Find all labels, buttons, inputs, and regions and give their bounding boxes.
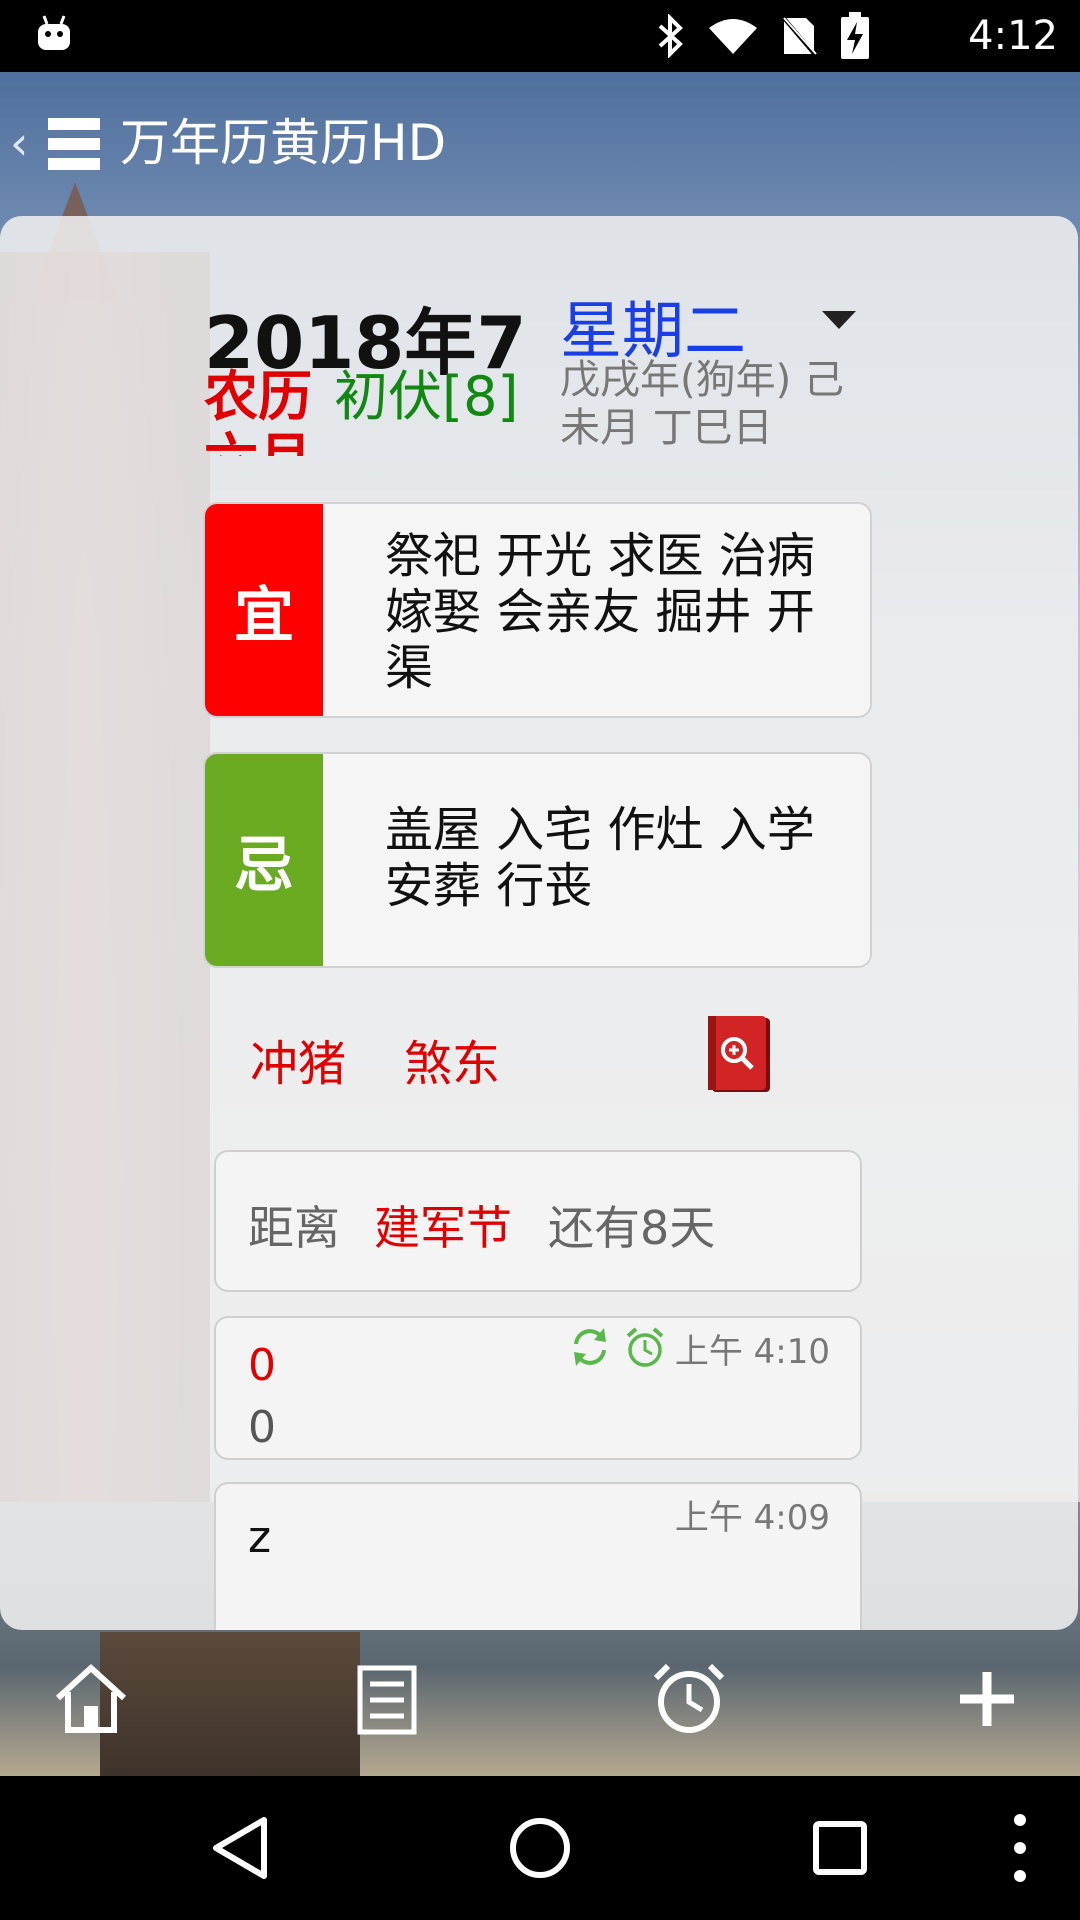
android-debug-icon: [38, 15, 70, 50]
note-body: 0: [248, 1402, 276, 1453]
overflow-menu-icon[interactable]: [980, 1808, 1060, 1888]
app-title: 万年历黄历HD: [120, 114, 447, 172]
lunar-date-label: 农历六月: [204, 366, 312, 456]
recents-icon[interactable]: [800, 1808, 880, 1888]
back-chevron-icon[interactable]: ‹: [10, 116, 28, 170]
status-bar: 4:12: [0, 0, 1080, 72]
sha-label: 煞东: [404, 1036, 501, 1092]
festival-prefix: 距离: [248, 1201, 340, 1255]
ganzhi-date: 戊戌年(狗年) 己未月 丁巳日: [560, 357, 844, 451]
note-item[interactable]: 上午 4:09 z: [214, 1482, 862, 1630]
note-time: 上午 4:09: [674, 1498, 830, 1538]
note-title: z: [248, 1512, 272, 1563]
app-header: ‹ 万年历黄历HD: [0, 72, 1080, 216]
ji-tag: 忌: [205, 754, 323, 966]
ji-activities: 盖屋 入宅 作灶 入学 安葬 行丧: [385, 802, 815, 914]
festival-name: 建军节: [374, 1201, 512, 1255]
solar-term-label: 初伏[8]: [334, 365, 519, 428]
bluetooth-icon: [658, 14, 683, 58]
add-icon[interactable]: [946, 1658, 1028, 1740]
festival-countdown[interactable]: 距离 建军节 还有8天: [214, 1150, 862, 1292]
status-clock: 4:12: [968, 13, 1058, 59]
list-icon[interactable]: [346, 1658, 428, 1740]
calendar-card: 2018年7 星期二 农历六月 初伏[8] 戊戌年(狗年) 己未月 丁巳日 宜 …: [0, 216, 1078, 1630]
note-title: 0: [248, 1340, 276, 1391]
menu-icon[interactable]: [48, 118, 100, 170]
note-item[interactable]: 上午 4:10 0 0: [214, 1316, 862, 1460]
back-icon[interactable]: [202, 1808, 282, 1888]
battery-charging-icon: [841, 12, 869, 59]
bottom-toolbar: [0, 1630, 1080, 1776]
yi-tag: 宜: [205, 504, 323, 716]
almanac-book-icon[interactable]: [706, 1014, 772, 1094]
dropdown-arrow-icon[interactable]: [822, 311, 856, 329]
yi-activities: 祭祀 开光 求医 治病 嫁娶 会亲友 掘井 开渠: [385, 528, 815, 696]
yi-box[interactable]: 宜 祭祀 开光 求医 治病 嫁娶 会亲友 掘井 开渠: [203, 502, 872, 718]
alarm-clock-icon[interactable]: [648, 1658, 730, 1740]
repeat-icon: [574, 1328, 606, 1366]
no-sim-icon: [780, 14, 818, 58]
home-circle-icon[interactable]: [500, 1808, 580, 1888]
system-nav-bar: [0, 1776, 1080, 1920]
festival-suffix: 还有8天: [548, 1201, 716, 1255]
chong-label: 冲猪: [250, 1036, 347, 1092]
home-icon[interactable]: [50, 1658, 132, 1740]
note-time: 上午 4:10: [674, 1332, 830, 1372]
alarm-icon: [626, 1327, 664, 1367]
wifi-icon: [709, 19, 757, 54]
ji-box[interactable]: 忌 盖屋 入宅 作灶 入学 安葬 行丧: [203, 752, 872, 968]
